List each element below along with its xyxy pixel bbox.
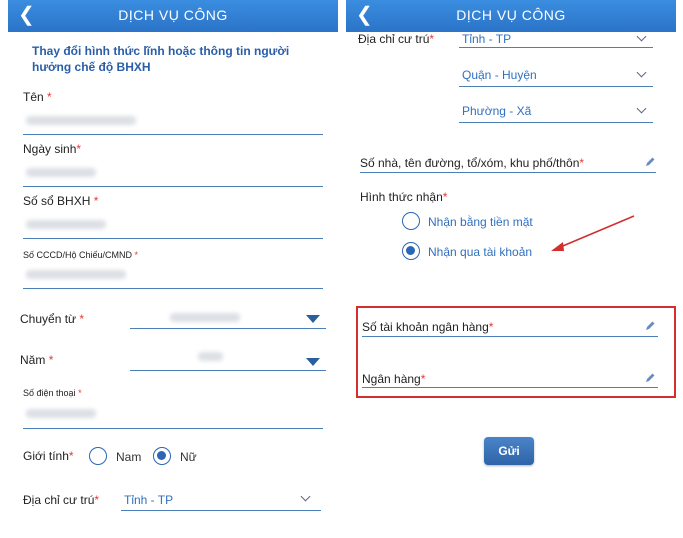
district-select-value[interactable]: Quận - Huyện: [462, 68, 537, 82]
transfer-select[interactable]: [130, 328, 326, 329]
dob-value-redacted: [26, 168, 96, 177]
submit-button[interactable]: Gửi: [484, 437, 534, 465]
receive-method-label: Hình thức nhận*: [360, 190, 448, 204]
ward-select[interactable]: [459, 122, 653, 123]
bank-field[interactable]: [362, 387, 658, 388]
gender-female-radio[interactable]: [153, 447, 171, 465]
street-field[interactable]: [360, 172, 656, 173]
province-select-value[interactable]: Tỉnh - TP: [124, 493, 173, 507]
name-value-redacted: [26, 116, 136, 125]
app-header: ❮ DỊCH VỤ CÔNG: [8, 0, 338, 32]
phone-label: Số điện thoại *: [23, 388, 82, 398]
bhxh-field[interactable]: [23, 238, 323, 239]
address-label: Địa chỉ cư trú*: [358, 32, 435, 46]
bank-label: Ngân hàng*: [362, 372, 426, 386]
province-select[interactable]: [121, 510, 321, 511]
bank-account-label: Số tài khoản ngân hàng*: [362, 320, 494, 334]
gender-male-radio[interactable]: [89, 447, 107, 465]
header-title: DỊCH VỤ CÔNG: [456, 7, 566, 23]
name-field[interactable]: [23, 134, 323, 135]
gender-female-label: Nữ: [180, 450, 197, 464]
pencil-icon[interactable]: [644, 156, 656, 168]
app-header: ❮ DỊCH VỤ CÔNG: [346, 0, 676, 32]
id-value-redacted: [26, 270, 126, 279]
dob-field[interactable]: [23, 186, 323, 187]
gender-label: Giới tính*: [23, 449, 74, 463]
transfer-value-redacted: [170, 313, 240, 322]
transfer-label: Chuyển từ *: [20, 312, 85, 326]
name-label: Tên *: [23, 90, 52, 104]
cash-option-label: Nhận bằng tiền mặt: [428, 215, 533, 229]
id-field[interactable]: [23, 288, 323, 289]
account-radio[interactable]: [402, 242, 420, 260]
chevron-down-icon[interactable]: [636, 67, 647, 78]
year-label: Năm *: [20, 353, 54, 367]
province-select-value[interactable]: Tỉnh - TP: [462, 32, 511, 46]
address-label: Địa chỉ cư trú*: [23, 493, 100, 507]
phone-value-redacted: [26, 409, 96, 418]
chevron-down-icon[interactable]: [636, 103, 647, 114]
province-select[interactable]: [459, 47, 653, 48]
chevron-down-icon[interactable]: [636, 31, 647, 42]
pencil-icon[interactable]: [644, 372, 656, 384]
left-screen: ❮ DỊCH VỤ CÔNG Thay đổi hình thức lĩnh h…: [8, 0, 338, 538]
year-value-redacted: [198, 352, 223, 361]
cash-radio[interactable]: [402, 212, 420, 230]
form-intro-line1: Thay đổi hình thức lĩnh hoặc thông tin n…: [32, 44, 290, 58]
header-title: DỊCH VỤ CÔNG: [118, 7, 228, 23]
dob-label: Ngày sinh*: [23, 142, 82, 156]
chevron-down-icon[interactable]: [300, 491, 311, 502]
phone-field[interactable]: [23, 428, 323, 429]
form-intro-line2: hưởng chế độ BHXH: [32, 60, 151, 74]
year-select[interactable]: [130, 370, 326, 371]
year-dropdown-icon[interactable]: [306, 358, 320, 366]
account-option-label: Nhận qua tài khoản: [428, 245, 533, 259]
bhxh-value-redacted: [26, 220, 106, 229]
street-label: Số nhà, tên đường, tổ/xóm, khu phố/thôn*: [360, 156, 585, 170]
gender-male-label: Nam: [116, 450, 142, 464]
right-screen: ❮ DỊCH VỤ CÔNG Địa chỉ cư trú* Tỉnh - TP…: [346, 0, 676, 538]
annotation-arrow-icon: [551, 215, 635, 251]
bhxh-label: Số sổ BHXH *: [23, 194, 99, 208]
ward-select-value[interactable]: Phường - Xã: [462, 104, 531, 118]
id-label: Số CCCD/Hộ Chiếu/CMND *: [23, 250, 139, 260]
pencil-icon[interactable]: [644, 320, 656, 332]
district-select[interactable]: [459, 86, 653, 87]
transfer-dropdown-icon[interactable]: [306, 315, 320, 323]
bank-account-field[interactable]: [362, 336, 658, 337]
